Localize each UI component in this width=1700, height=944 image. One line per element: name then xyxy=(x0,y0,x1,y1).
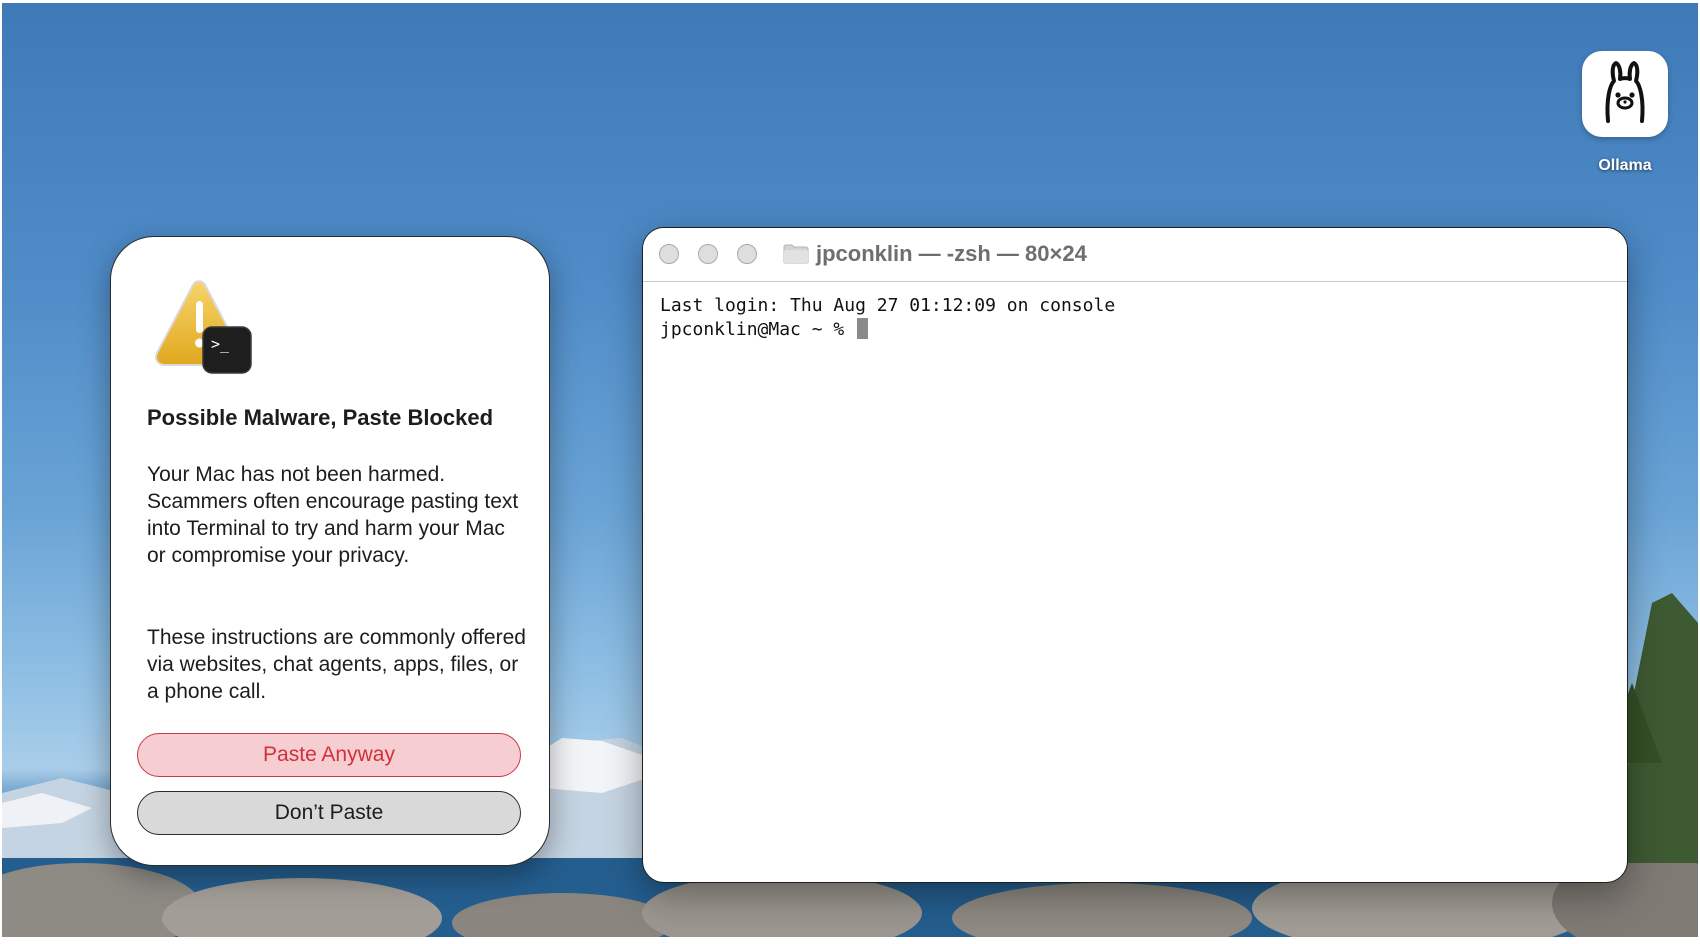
desktop-app-label[interactable]: Ollama xyxy=(1574,157,1676,175)
dont-paste-button[interactable]: Don’t Paste xyxy=(137,791,521,835)
desktop-app-icon[interactable]: Ollama xyxy=(1574,51,1676,175)
minimize-window-button[interactable] xyxy=(698,244,718,264)
paste-blocked-dialog: >_ Possible Malware, Paste Blocked Your … xyxy=(110,236,550,866)
text-cursor xyxy=(857,318,869,339)
shell-prompt: jpconklin@Mac ~ % xyxy=(660,319,856,340)
window-titlebar[interactable]: jpconklin — -zsh — 80×24 xyxy=(643,228,1627,282)
window-title: jpconklin — -zsh — 80×24 xyxy=(816,241,1087,266)
terminal-window[interactable]: jpconklin — -zsh — 80×24 Last login: Thu… xyxy=(642,227,1628,883)
dialog-message-secondary: These instructions are commonly offered … xyxy=(147,626,526,703)
folder-icon xyxy=(783,244,809,264)
dialog-title: Possible Malware, Paste Blocked xyxy=(147,405,494,430)
terminal-output[interactable]: Last login: Thu Aug 27 01:12:09 on conso… xyxy=(660,294,1115,342)
warning-terminal-icon: >_ xyxy=(145,279,255,379)
last-login-line: Last login: Thu Aug 27 01:12:09 on conso… xyxy=(660,295,1116,316)
terminal-prompt-glyph: >_ xyxy=(211,335,230,353)
paste-anyway-button[interactable]: Paste Anyway xyxy=(137,733,521,777)
zoom-window-button[interactable] xyxy=(737,244,757,264)
dialog-message: Your Mac has not been harmed. Scammers o… xyxy=(147,463,519,567)
llama-icon[interactable] xyxy=(1582,51,1668,137)
close-window-button[interactable] xyxy=(659,244,679,264)
